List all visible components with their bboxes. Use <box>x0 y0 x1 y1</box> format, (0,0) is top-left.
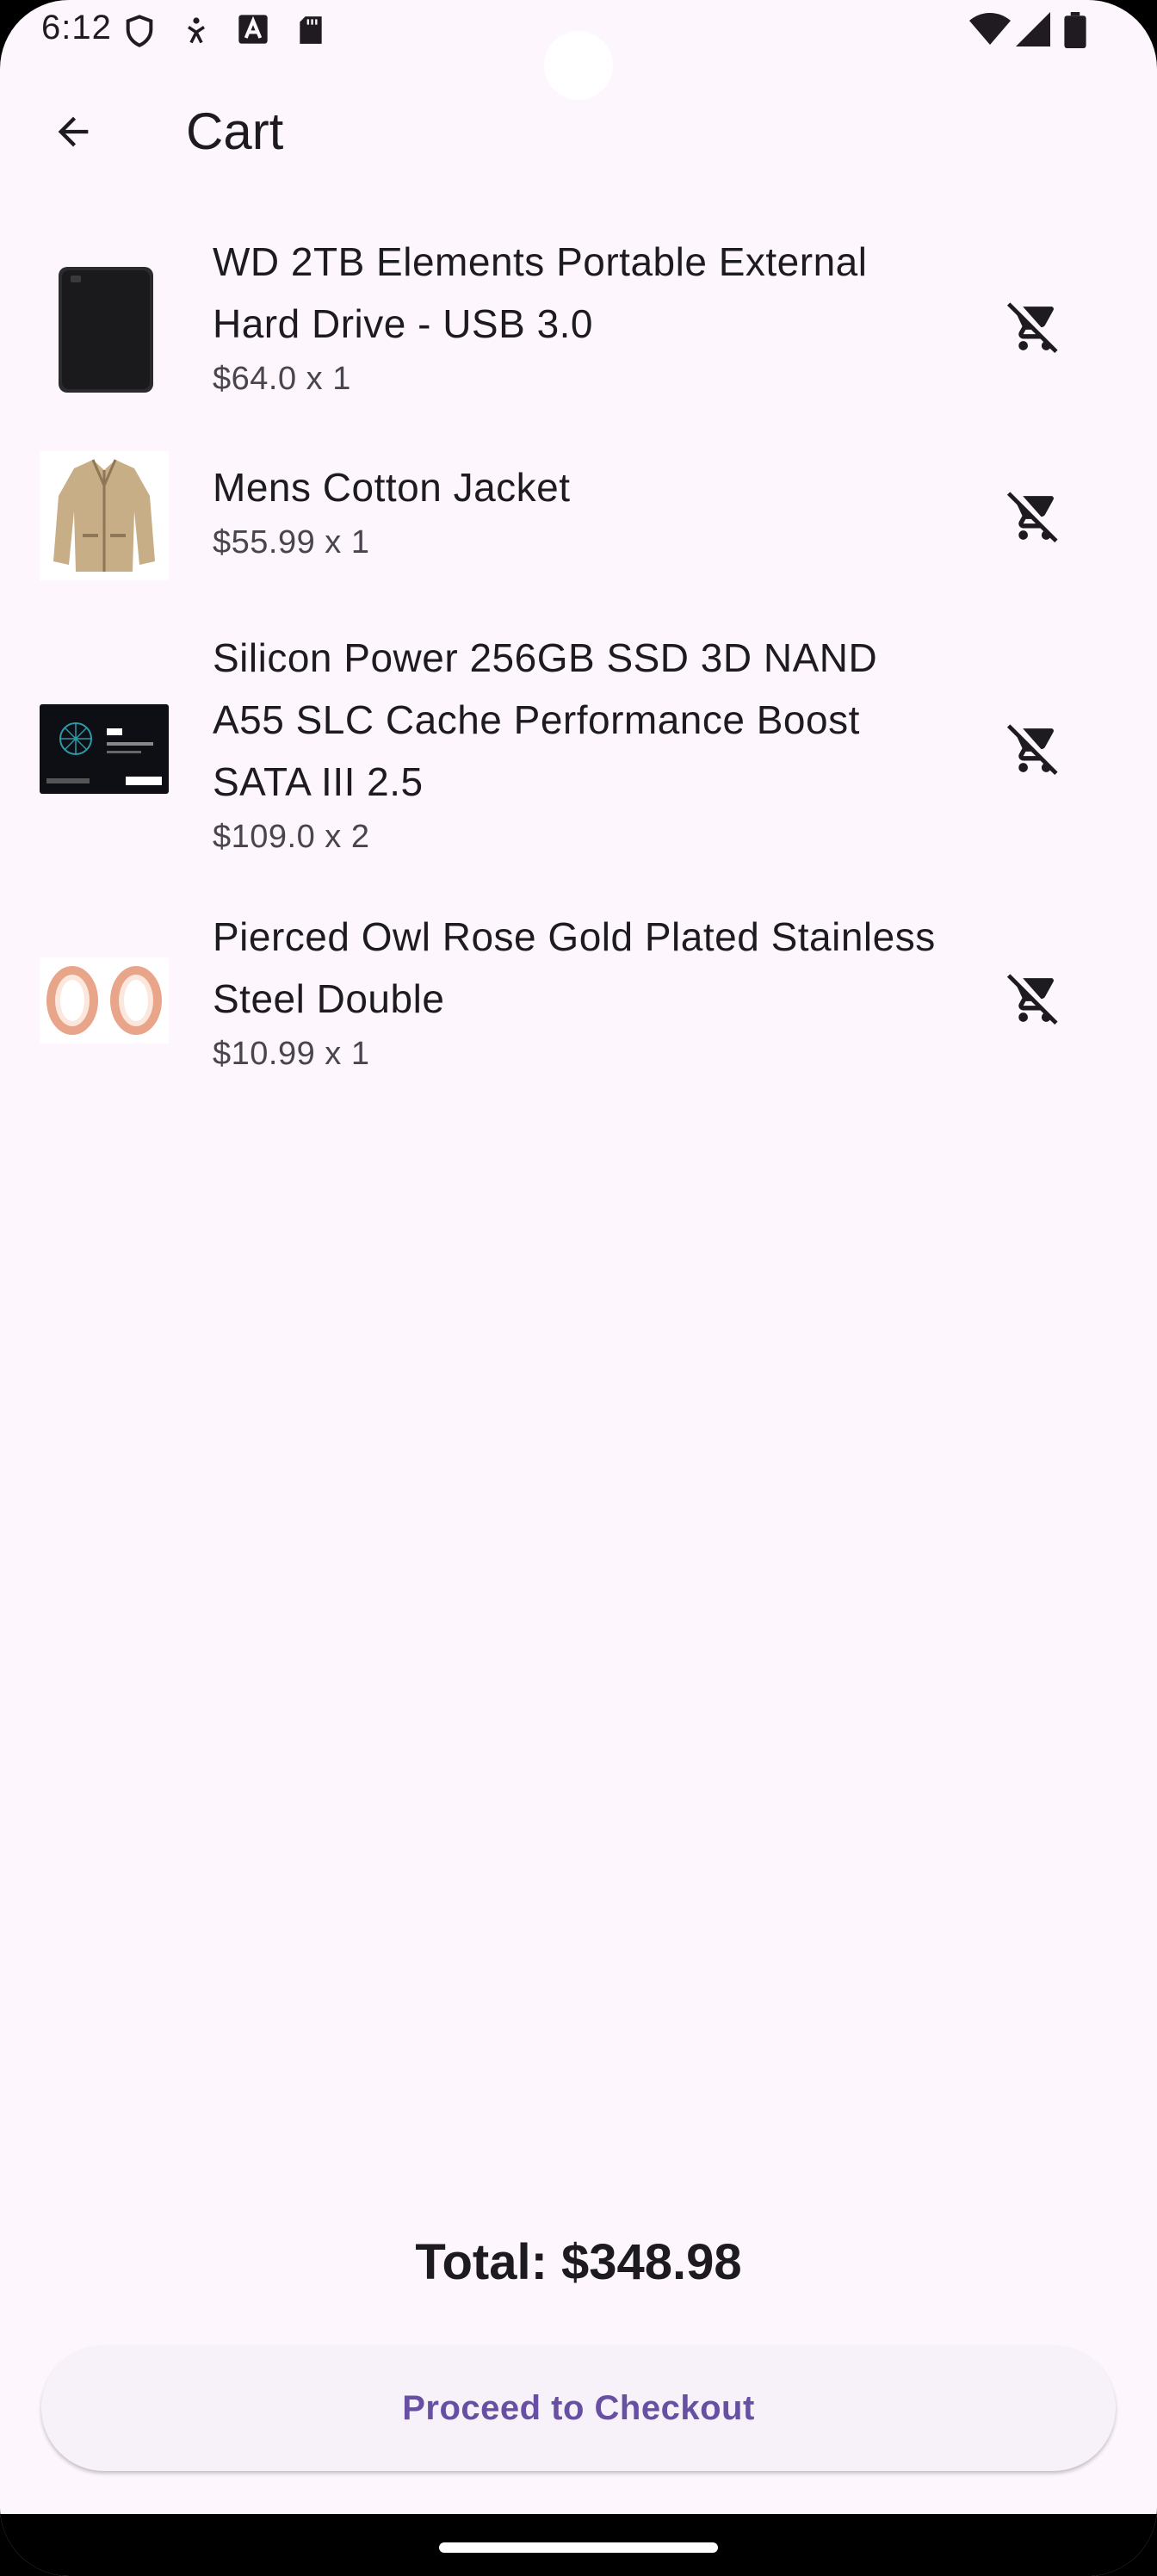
remove-from-cart-button[interactable] <box>990 706 1076 792</box>
back-button[interactable] <box>34 95 112 172</box>
item-name: WD 2TB Elements Portable External Hard D… <box>213 239 868 346</box>
product-image <box>40 704 169 794</box>
remove-from-cart-button[interactable] <box>990 956 1076 1042</box>
home-handle[interactable] <box>439 2542 718 2553</box>
remove-from-cart-button[interactable] <box>990 284 1076 370</box>
shield-icon <box>122 12 157 54</box>
checkout-button[interactable]: Proceed to Checkout <box>41 2345 1116 2471</box>
item-text: WD 2TB Elements Portable External Hard D… <box>213 231 936 403</box>
navigation-bar <box>0 2514 1157 2576</box>
remove-shopping-cart-icon <box>1005 298 1061 357</box>
item-text: Mens Cotton Jacket $55.99 x 1 <box>213 456 936 567</box>
text-a-icon <box>236 12 270 51</box>
wifi-icon <box>969 12 1011 51</box>
product-image <box>40 957 169 1043</box>
item-name: Pierced Owl Rose Gold Plated Stainless S… <box>213 914 936 1021</box>
item-price: $109.0 x 2 <box>213 819 370 855</box>
remove-shopping-cart-icon <box>1005 969 1061 1029</box>
battery-icon <box>1064 12 1086 53</box>
accessibility-icon <box>181 12 212 54</box>
product-image <box>40 265 169 394</box>
status-time: 6:12 <box>41 9 112 46</box>
item-name: Mens Cotton Jacket <box>213 465 571 510</box>
cart-item: WD 2TB Elements Portable External Hard D… <box>0 231 1157 420</box>
cart-item: Pierced Owl Rose Gold Plated Stainless S… <box>0 906 1157 1095</box>
item-price: $55.99 x 1 <box>213 524 370 560</box>
item-text: Pierced Owl Rose Gold Plated Stainless S… <box>213 906 936 1078</box>
cart-total: Total: $348.98 <box>415 2234 742 2290</box>
cart-item: Mens Cotton Jacket $55.99 x 1 <box>0 451 1157 585</box>
screen: 6:12 Cart WD 2TB Elements Portable Exter… <box>0 0 1157 2576</box>
item-price: $64.0 x 1 <box>213 361 351 397</box>
remove-shopping-cart-icon <box>1005 487 1061 547</box>
item-price: $10.99 x 1 <box>213 1036 370 1072</box>
product-image <box>40 451 169 580</box>
cart-item: Silicon Power 256GB SSD 3D NAND A55 SLC … <box>0 627 1157 876</box>
remove-shopping-cart-icon <box>1005 720 1061 779</box>
item-text: Silicon Power 256GB SSD 3D NAND A55 SLC … <box>213 627 936 861</box>
arrow-back-icon <box>51 109 96 158</box>
signal-icon <box>1016 12 1050 51</box>
item-name: Silicon Power 256GB SSD 3D NAND A55 SLC … <box>213 635 878 804</box>
app-bar: Cart <box>0 86 1157 181</box>
page-title: Cart <box>186 102 284 160</box>
sd-card-icon <box>294 12 327 53</box>
remove-from-cart-button[interactable] <box>990 474 1076 560</box>
